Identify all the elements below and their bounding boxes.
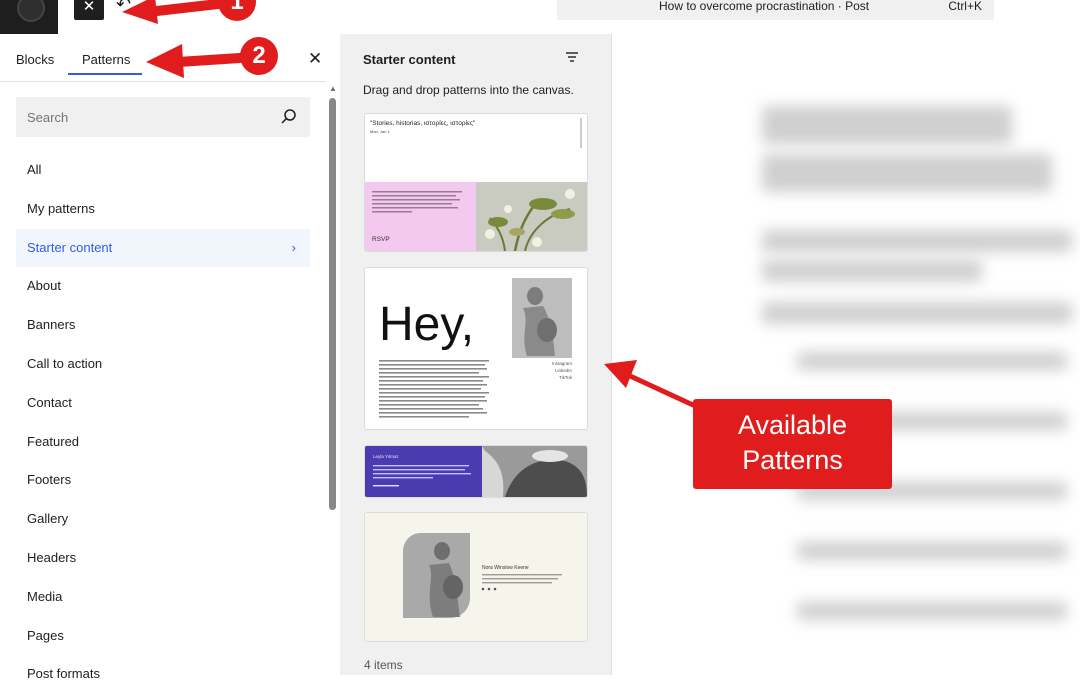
callout-line-2: Patterns [742, 445, 843, 475]
available-patterns-callout: Available Patterns [693, 399, 892, 489]
annotation-badge-2: 2 [240, 37, 278, 75]
callout-line-1: Available [737, 410, 848, 440]
annotation-arrows [122, 0, 696, 408]
